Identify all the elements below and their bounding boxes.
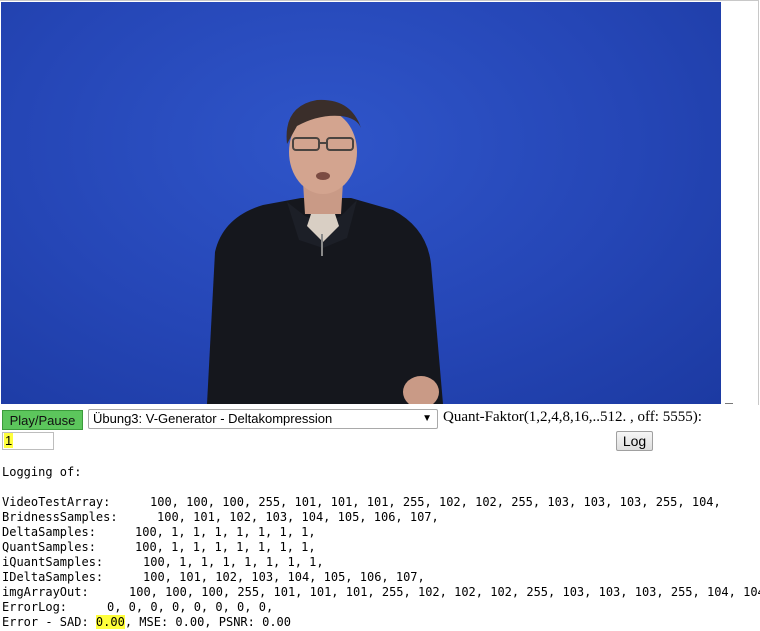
sad-value: 0.00 <box>95 615 125 629</box>
log-row: BridnessSamples: 100, 101, 102, 103, 104,… <box>2 510 439 525</box>
dropdown-arrow-icon: ▼ <box>422 413 432 424</box>
exercise-select[interactable]: Übung3: V-Generator - Deltakompression ▼ <box>88 409 438 429</box>
log-row-label: QuantSamples: <box>2 540 96 554</box>
log-row-values: 100, 1, 1, 1, 1, 1, 1, 1, <box>143 555 324 569</box>
log-button[interactable]: Log <box>616 431 653 451</box>
quant-factor-label: Quant-Faktor(1,2,4,8,16,..512. , off: 55… <box>443 409 702 425</box>
error-prefix: Error - SAD: <box>2 615 96 629</box>
log-row: imgArrayOut: 100, 100, 100, 255, 101, 101… <box>2 585 760 600</box>
log-row: VideoTestArray: 100, 100, 100, 255, 101, … <box>2 495 721 510</box>
scroll-tick <box>725 403 733 404</box>
exercise-select-value: Übung3: V-Generator - Deltakompression <box>93 411 333 426</box>
log-row: DeltaSamples: 100, 1, 1, 1, 1, 1, 1, 1, <box>2 525 316 540</box>
log-row-values: 100, 100, 100, 255, 101, 101, 101, 255, … <box>129 585 760 599</box>
log-row-values: 0, 0, 0, 0, 0, 0, 0, 0, <box>107 600 274 614</box>
error-summary: Error - SAD: 0.00, MSE: 0.00, PSNR: 0.00 <box>2 615 291 630</box>
log-row-label: iQuantSamples: <box>2 555 104 569</box>
log-row-values: 100, 100, 100, 255, 101, 101, 101, 255, … <box>150 495 721 509</box>
log-row: IDeltaSamples: 100, 101, 102, 103, 104, 1… <box>2 570 425 585</box>
log-row-label: DeltaSamples: <box>2 525 96 539</box>
log-row-label: VideoTestArray: <box>2 495 111 509</box>
log-row-values: 100, 1, 1, 1, 1, 1, 1, 1, <box>135 525 316 539</box>
play-pause-button[interactable]: Play/Pause <box>2 410 83 430</box>
error-rest: , MSE: 0.00, PSNR: 0.00 <box>124 615 291 629</box>
video-player[interactable] <box>1 2 721 404</box>
presenter-figure <box>207 99 443 404</box>
log-row: iQuantSamples: 100, 1, 1, 1, 1, 1, 1, 1, <box>2 555 324 570</box>
log-header: Logging of: <box>2 465 82 479</box>
quant-factor-value: 1 <box>4 433 14 448</box>
log-row-values: 100, 1, 1, 1, 1, 1, 1, 1, <box>135 540 316 554</box>
log-row-values: 100, 101, 102, 103, 104, 105, 106, 107, <box>157 510 439 524</box>
log-row-label: BridnessSamples: <box>2 510 118 524</box>
quant-factor-input[interactable]: 1 <box>2 432 54 450</box>
log-row-label: ErrorLog: <box>2 600 68 614</box>
log-row-label: imgArrayOut: <box>2 585 89 599</box>
log-row-values: 100, 101, 102, 103, 104, 105, 106, 107, <box>143 570 425 584</box>
log-row-label: IDeltaSamples: <box>2 570 104 584</box>
log-row: ErrorLog: 0, 0, 0, 0, 0, 0, 0, 0, <box>2 600 273 615</box>
log-row: QuantSamples: 100, 1, 1, 1, 1, 1, 1, 1, <box>2 540 316 555</box>
